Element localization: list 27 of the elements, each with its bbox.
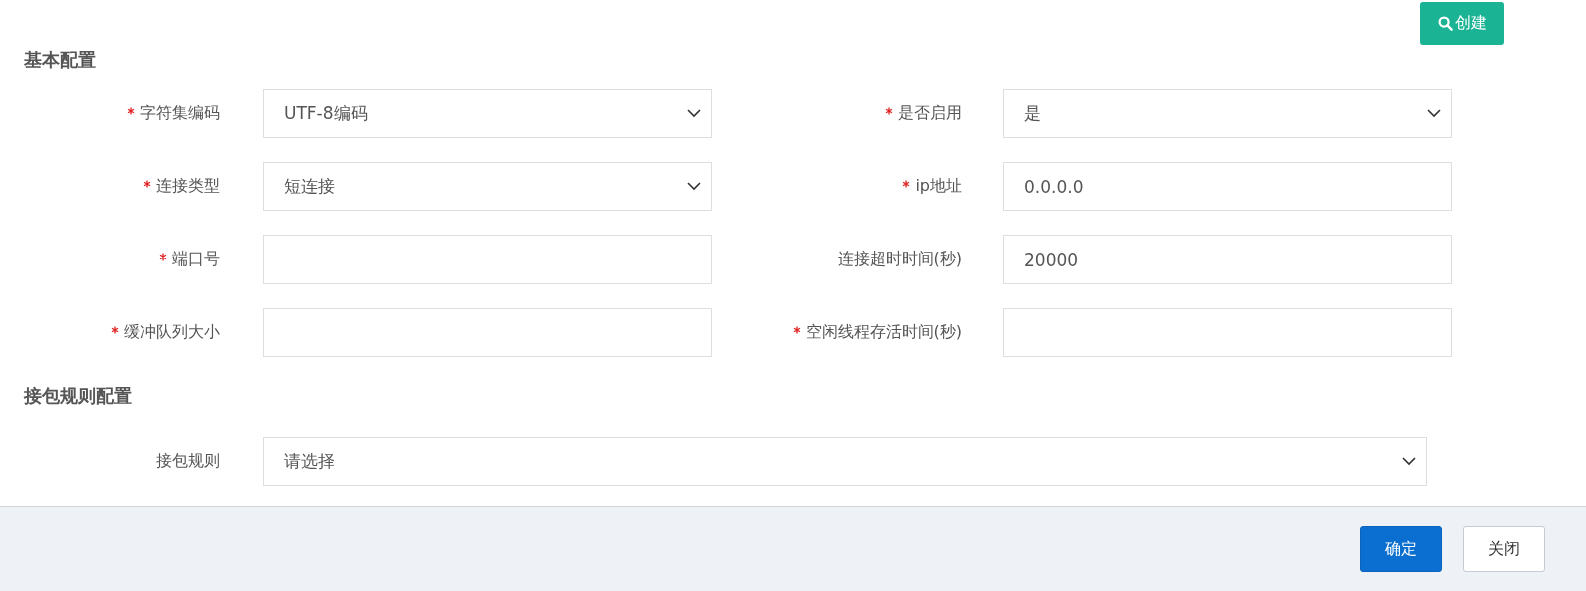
chevron-down-icon bbox=[687, 182, 701, 191]
select-field[interactable]: 短连接 bbox=[263, 162, 712, 211]
chevron-down-icon bbox=[1402, 457, 1416, 466]
field-label: 端口号 bbox=[172, 249, 220, 268]
select-field[interactable]: UTF-8编码 bbox=[263, 89, 712, 138]
close-button[interactable]: 关闭 bbox=[1463, 526, 1545, 572]
select-field[interactable]: 请选择 bbox=[263, 437, 1427, 486]
input-field[interactable] bbox=[1003, 308, 1452, 357]
search-icon bbox=[1437, 16, 1453, 31]
field-label: 空闲线程存活时间(秒) bbox=[805, 322, 962, 341]
input-field[interactable] bbox=[263, 235, 712, 284]
input-field[interactable] bbox=[263, 308, 712, 357]
section-heading: 接包规则配置 bbox=[24, 384, 132, 408]
field-label: 连接类型 bbox=[156, 176, 220, 195]
confirm-button[interactable]: 确定 bbox=[1360, 526, 1442, 572]
field-label: 接包规则 bbox=[156, 451, 220, 470]
section-heading: 基本配置 bbox=[24, 48, 96, 72]
input-field[interactable]: 0.0.0.0 bbox=[1003, 162, 1452, 211]
field-label: ip地址 bbox=[915, 176, 962, 195]
chevron-down-icon bbox=[1427, 109, 1441, 118]
field-label: 缓冲队列大小 bbox=[124, 322, 220, 341]
input-field[interactable]: 20000 bbox=[1003, 235, 1452, 284]
field-label: 连接超时时间(秒) bbox=[837, 249, 962, 268]
field-label: 是否启用 bbox=[898, 103, 962, 122]
field-label: 字符集编码 bbox=[140, 103, 220, 122]
chevron-down-icon bbox=[687, 109, 701, 118]
select-field[interactable]: 是 bbox=[1003, 89, 1452, 138]
